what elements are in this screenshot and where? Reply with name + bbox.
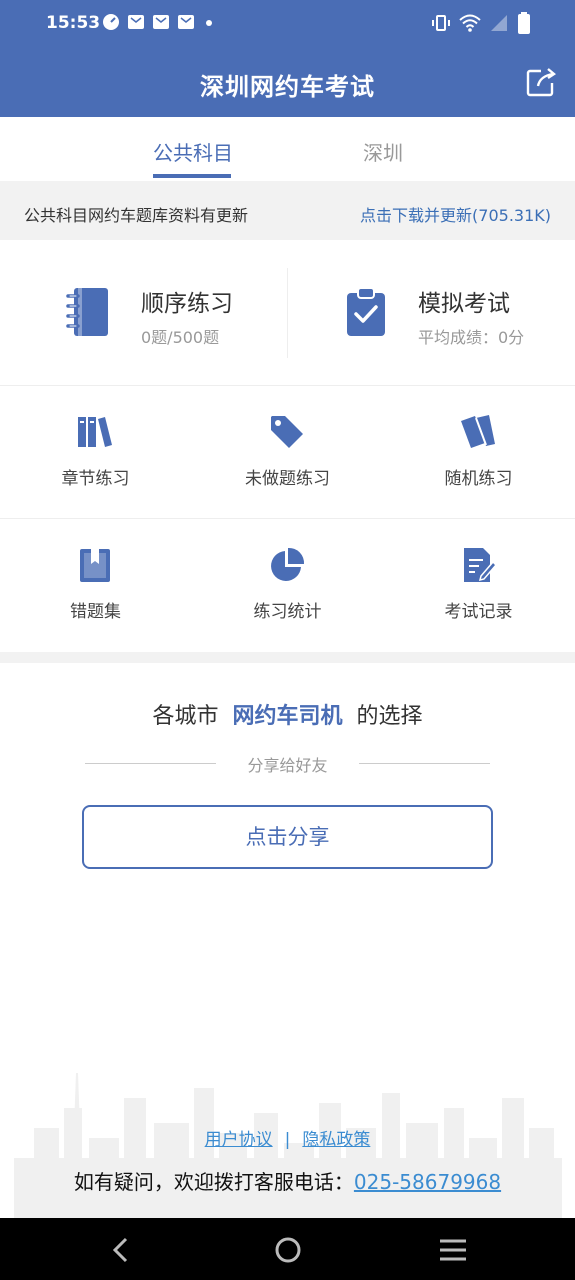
contact-prefix: 如有疑问，欢迎拨打客服电话： (73, 1170, 354, 1194)
tab-public-subject[interactable]: 公共科目 (153, 137, 233, 166)
status-time: 15:53 (46, 13, 101, 33)
footer-links: 用户协议 | 隐私政策 (0, 1125, 575, 1150)
wrong-questions-button[interactable]: 错题集 (0, 519, 191, 652)
edit-document-icon (459, 546, 498, 584)
books-icon (76, 413, 114, 451)
practice-statistics-button[interactable]: 练习统计 (192, 519, 383, 652)
recent-apps-icon[interactable] (438, 1238, 468, 1262)
unanswered-practice-button[interactable]: 未做题练习 (192, 386, 383, 519)
feature-grid-row: 错题集 练习统计 考试记录 (0, 519, 575, 652)
download-update-link[interactable]: 点击下载并更新(705.31K) (360, 202, 551, 226)
promo-prefix: 各城市 (152, 704, 219, 729)
share-button[interactable]: 点击分享 (82, 805, 493, 869)
dot-icon (206, 20, 212, 26)
grid-label: 练习统计 (253, 602, 322, 622)
timer-icon (103, 14, 119, 30)
clipboard-check-icon (344, 286, 388, 342)
share-hint: 分享给好友 (247, 756, 328, 775)
mail-icon (178, 15, 194, 29)
status-icons (431, 12, 531, 34)
promo-highlight: 网约车司机 (232, 704, 343, 729)
notification-icons (102, 13, 216, 31)
bookmark-book-icon (76, 546, 114, 584)
mock-exam-card[interactable]: 模拟考试 平均成绩：0分 (288, 240, 575, 386)
tabs: 公共科目 深圳 (0, 117, 575, 181)
tag-icon (268, 413, 306, 451)
exam-records-button[interactable]: 考试记录 (383, 519, 574, 652)
divider-line (359, 763, 490, 764)
grid-label: 章节练习 (61, 469, 130, 489)
active-tab-indicator (153, 174, 231, 178)
card-title: 顺序练习 (141, 291, 233, 317)
wifi-icon (459, 14, 481, 32)
random-practice-button[interactable]: 随机练习 (383, 386, 574, 519)
chapter-practice-button[interactable]: 章节练习 (0, 386, 191, 519)
phone-link[interactable]: 025-58679968 (354, 1170, 501, 1194)
main-cards: 顺序练习 0题/500题 模拟考试 平均成绩：0分 (0, 240, 575, 386)
mail-icon (128, 15, 144, 29)
footer-contact: 如有疑问，欢迎拨打客服电话：025-58679968 (0, 1166, 575, 1195)
cards-icon (459, 413, 497, 451)
notice-text: 公共科目网约车题库资料有更新 (24, 206, 249, 225)
share-icon[interactable] (525, 66, 557, 98)
card-subtitle: 平均成绩：0分 (418, 328, 525, 347)
card-subtitle: 0题/500题 (141, 328, 220, 347)
grid-label: 未做题练习 (245, 469, 330, 489)
battery-icon (518, 12, 530, 34)
user-agreement-link[interactable]: 用户协议 (205, 1130, 273, 1150)
section-gap (0, 652, 575, 663)
back-icon[interactable] (106, 1235, 136, 1265)
link-separator: | (284, 1130, 291, 1150)
grid-label: 错题集 (70, 602, 121, 622)
mail-icon (153, 15, 169, 29)
update-notice: 公共科目网约车题库资料有更新 点击下载并更新(705.31K) (0, 181, 575, 240)
notebook-icon (66, 286, 112, 342)
card-title: 模拟考试 (418, 291, 510, 317)
promo-suffix: 的选择 (356, 704, 423, 729)
app-bar: 深圳网约车考试 (0, 48, 575, 117)
home-icon[interactable] (273, 1235, 303, 1265)
privacy-policy-link[interactable]: 隐私政策 (302, 1130, 370, 1150)
tab-shenzhen[interactable]: 深圳 (363, 137, 403, 166)
vibrate-icon (432, 15, 450, 31)
grid-label: 考试记录 (444, 602, 513, 622)
sequential-practice-card[interactable]: 顺序练习 0题/500题 (0, 240, 287, 386)
grid-label: 随机练习 (444, 469, 513, 489)
share-divider: 分享给好友 (85, 752, 490, 776)
status-bar: 15:53 (0, 0, 575, 48)
app-title: 深圳网约车考试 (200, 73, 375, 101)
system-nav-bar (0, 1218, 575, 1280)
feature-grid-row: 章节练习 未做题练习 随机练习 (0, 386, 575, 519)
signal-icon (491, 15, 507, 31)
pie-chart-icon (268, 546, 306, 584)
promo-line: 各城市 网约车司机 的选择 (0, 698, 575, 730)
